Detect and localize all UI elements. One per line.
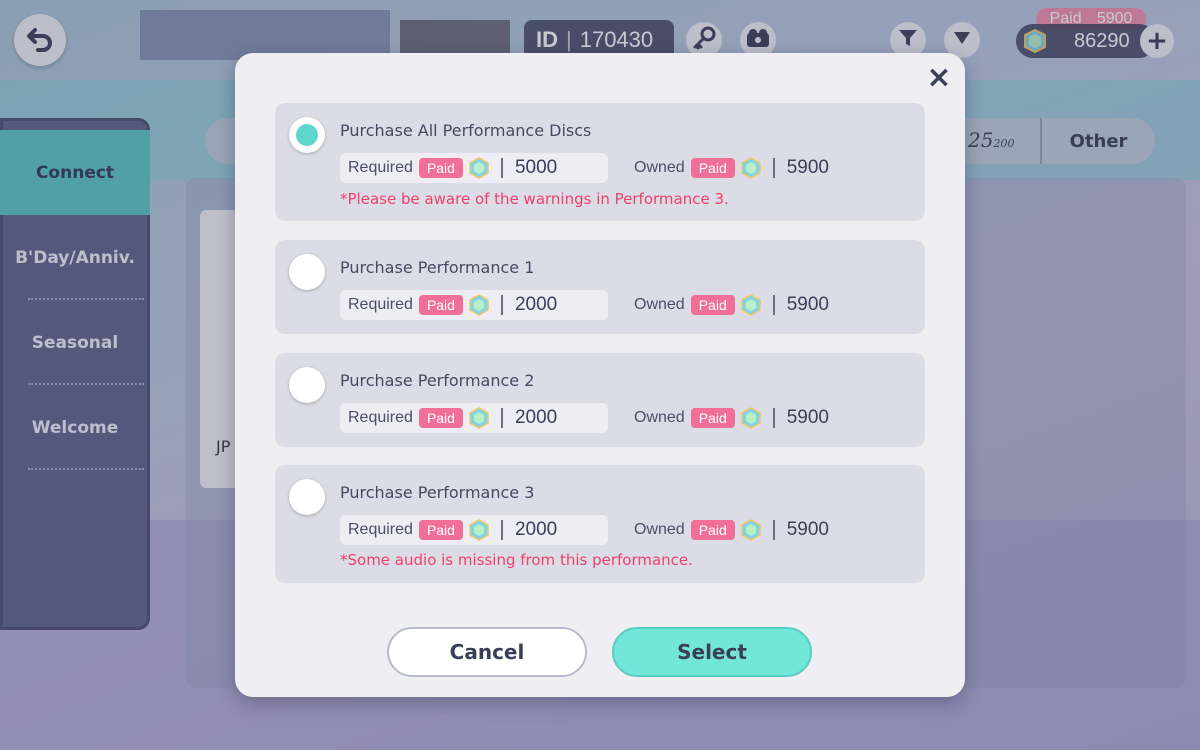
required-value: 5000 — [514, 157, 558, 178]
gem-icon — [469, 294, 489, 316]
owned-label: Owned — [634, 409, 685, 426]
owned-label: Owned — [634, 159, 685, 176]
required-box: Required Paid 2000 — [340, 290, 608, 320]
required-label: Required — [348, 159, 413, 176]
radio-selected-dot — [296, 124, 318, 146]
required-label: Required — [348, 296, 413, 313]
close-icon: × — [926, 59, 952, 95]
paid-tag: Paid — [690, 158, 735, 178]
gem-icon — [740, 407, 761, 429]
divider — [500, 295, 503, 315]
paid-tag: Paid — [418, 520, 463, 540]
cancel-button[interactable]: Cancel — [387, 627, 587, 677]
owned-label: Owned — [634, 521, 685, 538]
gem-icon — [740, 519, 761, 541]
option-title: Purchase Performance 2 — [340, 371, 535, 390]
required-value: 2000 — [514, 519, 558, 540]
option-title: Purchase All Performance Discs — [340, 121, 592, 140]
option-all-performance-discs[interactable]: Purchase All Performance Discs Required … — [275, 103, 925, 221]
cancel-label: Cancel — [449, 640, 525, 664]
warning-text: *Please be aware of the warnings in Perf… — [340, 190, 729, 208]
paid-tag: Paid — [690, 520, 735, 540]
owned-value: 5900 — [786, 157, 830, 178]
required-label: Required — [348, 521, 413, 538]
select-button[interactable]: Select — [612, 627, 812, 677]
divider — [500, 520, 503, 540]
paid-tag: Paid — [690, 295, 735, 315]
owned-value: 5900 — [786, 407, 830, 428]
select-label: Select — [677, 640, 747, 664]
gem-icon — [469, 157, 489, 179]
purchase-dialog: × Purchase All Performance Discs Require… — [235, 53, 965, 697]
owned-group: Owned Paid 5900 — [634, 515, 829, 545]
close-button[interactable]: × — [923, 59, 955, 95]
divider — [772, 158, 775, 178]
option-performance-2[interactable]: Purchase Performance 2 Required Paid 200… — [275, 353, 925, 447]
gem-icon — [740, 157, 761, 179]
cost-row: Required Paid 2000 Owned Paid 5900 — [340, 403, 829, 433]
paid-tag: Paid — [418, 295, 463, 315]
option-performance-1[interactable]: Purchase Performance 1 Required Paid 200… — [275, 240, 925, 334]
divider — [500, 408, 503, 428]
owned-group: Owned Paid 5900 — [634, 290, 829, 320]
paid-tag: Paid — [690, 408, 735, 428]
required-box: Required Paid 2000 — [340, 403, 608, 433]
gem-icon — [469, 407, 489, 429]
radio-button[interactable] — [289, 367, 325, 403]
owned-value: 5900 — [786, 519, 830, 540]
gem-icon — [740, 294, 761, 316]
option-performance-3[interactable]: Purchase Performance 3 Required Paid 200… — [275, 465, 925, 583]
paid-tag: Paid — [418, 408, 463, 428]
option-title: Purchase Performance 3 — [340, 483, 535, 502]
required-box: Required Paid 5000 — [340, 153, 608, 183]
required-label: Required — [348, 409, 413, 426]
radio-button[interactable] — [289, 254, 325, 290]
radio-button[interactable] — [289, 117, 325, 153]
cost-row: Required Paid 2000 Owned Paid 5900 — [340, 515, 829, 545]
cost-row: Required Paid 2000 Owned Paid 5900 — [340, 290, 829, 320]
paid-tag: Paid — [418, 158, 463, 178]
gem-icon — [469, 519, 489, 541]
divider — [500, 158, 503, 178]
owned-group: Owned Paid 5900 — [634, 153, 829, 183]
required-value: 2000 — [514, 294, 558, 315]
required-value: 2000 — [514, 407, 558, 428]
radio-button[interactable] — [289, 479, 325, 515]
option-title: Purchase Performance 1 — [340, 258, 535, 277]
owned-group: Owned Paid 5900 — [634, 403, 829, 433]
owned-value: 5900 — [786, 294, 830, 315]
warning-text: *Some audio is missing from this perform… — [340, 551, 693, 569]
cost-row: Required Paid 5000 Owned Paid 5900 — [340, 153, 829, 183]
divider — [772, 295, 775, 315]
divider — [772, 408, 775, 428]
owned-label: Owned — [634, 296, 685, 313]
required-box: Required Paid 2000 — [340, 515, 608, 545]
divider — [772, 520, 775, 540]
